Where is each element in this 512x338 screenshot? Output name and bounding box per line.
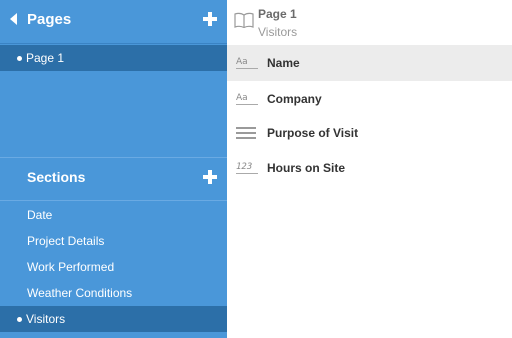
section-item-label: Visitors (26, 312, 66, 326)
text-field-icon: Aa (236, 93, 258, 105)
field-label: Name (267, 56, 300, 70)
breadcrumb-page-title: Page 1 (258, 7, 297, 21)
section-item-label: Work Performed (27, 260, 115, 274)
sidebar: Pages Page 1 Sections Date Project Detai… (0, 0, 227, 338)
section-item-date[interactable]: Date (0, 202, 227, 228)
section-item-visitors[interactable]: Visitors (0, 306, 227, 332)
active-bullet-icon (17, 56, 22, 61)
section-item-work-performed[interactable]: Work Performed (0, 254, 227, 280)
field-label: Company (267, 92, 322, 106)
sections-title: Sections (27, 169, 86, 185)
field-row-name[interactable]: Aa Name (227, 45, 512, 81)
page-item-label: Page 1 (26, 51, 65, 65)
pages-title: Pages (27, 11, 72, 28)
field-row-hours-on-site[interactable]: 123 Hours on Site (227, 150, 512, 186)
multiline-field-icon (236, 127, 258, 139)
section-item-label: Weather Conditions (27, 286, 133, 300)
app-root: Pages Page 1 Sections Date Project Detai… (0, 0, 512, 338)
main-panel: Page 1 Visitors Aa Name Aa Company Purpo… (227, 0, 512, 338)
sections-header: Sections (0, 158, 227, 201)
field-label: Purpose of Visit (267, 126, 359, 140)
field-row-purpose-of-visit[interactable]: Purpose of Visit (227, 115, 512, 151)
section-item-label: Date (27, 208, 53, 222)
section-item-label: Project Details (27, 234, 105, 248)
pages-header: Pages (0, 0, 227, 44)
add-section-icon[interactable] (203, 170, 217, 184)
text-field-icon: Aa (236, 57, 258, 69)
add-page-icon[interactable] (203, 12, 217, 26)
section-item-weather-conditions[interactable]: Weather Conditions (0, 280, 227, 306)
section-item-project-details[interactable]: Project Details (0, 228, 227, 254)
breadcrumb-section-title: Visitors (258, 25, 298, 39)
active-bullet-icon (17, 317, 22, 322)
page-item[interactable]: Page 1 (0, 45, 227, 71)
field-row-company[interactable]: Aa Company (227, 81, 512, 117)
back-arrow-icon[interactable] (10, 13, 17, 25)
number-field-icon: 123 (236, 162, 258, 174)
field-label: Hours on Site (267, 161, 346, 175)
book-icon (234, 12, 254, 28)
breadcrumb: Page 1 Visitors (227, 0, 512, 44)
